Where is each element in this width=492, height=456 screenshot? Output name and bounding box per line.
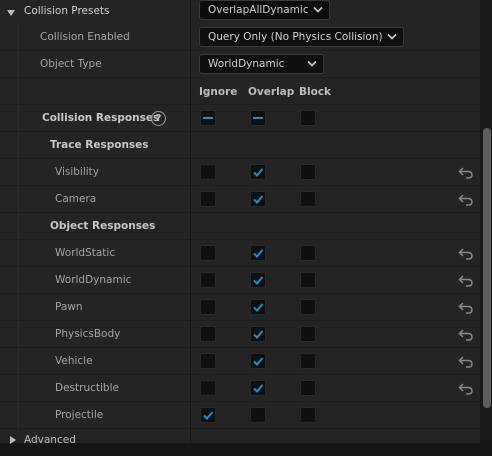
block-checkbox[interactable]: [300, 191, 316, 207]
chevron-down-icon: [313, 6, 323, 13]
advanced-row[interactable]: Advanced: [0, 429, 480, 456]
response-label: WorldStatic: [55, 247, 116, 259]
object-type-label: Object Type: [40, 58, 102, 70]
advanced-label: Advanced: [24, 434, 76, 446]
response-label: Vehicle: [55, 355, 93, 367]
expand-arrow-icon: [10, 436, 16, 444]
object-type-dropdown[interactable]: WorldDynamic: [199, 54, 324, 74]
collision-enabled-dropdown[interactable]: Query Only (No Physics Collision): [199, 27, 404, 47]
block-checkbox[interactable]: [300, 380, 316, 396]
response-columns-row: [0, 78, 480, 105]
checkmark-icon: [253, 249, 264, 258]
block-checkbox[interactable]: [300, 407, 316, 423]
scrollbar-thumb[interactable]: [483, 128, 491, 408]
ignore-column-header: Ignore: [199, 86, 238, 98]
checkmark-icon: [253, 384, 264, 393]
overlap-checkbox[interactable]: [250, 353, 266, 369]
ignore-checkbox[interactable]: [200, 380, 216, 396]
overlap-all-checkbox[interactable]: [250, 110, 266, 126]
block-checkbox[interactable]: [300, 272, 316, 288]
response-row-destructible: Destructible: [0, 375, 480, 402]
reset-to-default-icon[interactable]: [458, 167, 474, 179]
overlap-checkbox[interactable]: [250, 164, 266, 180]
collision-presets-value: OverlapAllDynamic: [208, 4, 309, 16]
reset-to-default-icon[interactable]: [458, 329, 474, 341]
response-row-worlddynamic: WorldDynamic: [0, 267, 480, 294]
collision-enabled-label: Collision Enabled: [40, 31, 130, 43]
checkmark-icon: [253, 276, 264, 285]
response-label: Pawn: [55, 301, 83, 313]
ignore-all-checkbox[interactable]: [200, 110, 216, 126]
response-label: WorldDynamic: [55, 274, 132, 286]
reset-to-default-icon[interactable]: [458, 248, 474, 260]
collision-responses-row: Collision Responses ?: [0, 105, 480, 132]
response-label: PhysicsBody: [55, 328, 121, 340]
mixed-state-icon: [253, 117, 263, 119]
block-checkbox[interactable]: [300, 164, 316, 180]
response-row-worldstatic: WorldStatic: [0, 240, 480, 267]
response-row-visibility: Visibility: [0, 159, 480, 186]
overlap-checkbox[interactable]: [250, 299, 266, 315]
object-responses-header-row: Object Responses: [0, 213, 480, 240]
overlap-checkbox[interactable]: [250, 407, 266, 423]
overlap-checkbox[interactable]: [250, 272, 266, 288]
expand-arrow-icon[interactable]: [6, 8, 16, 18]
ignore-checkbox[interactable]: [200, 299, 216, 315]
object-responses-label: Object Responses: [50, 220, 156, 232]
response-label: Camera: [55, 193, 97, 205]
block-checkbox[interactable]: [300, 326, 316, 342]
overlap-checkbox[interactable]: [250, 191, 266, 207]
object-type-row: Object Type WorldDynamic: [0, 51, 480, 78]
trace-responses-label: Trace Responses: [50, 139, 149, 151]
checkmark-icon: [203, 411, 214, 420]
collision-enabled-row: Collision Enabled Query Only (No Physics…: [0, 24, 480, 51]
checkmark-icon: [253, 357, 264, 366]
collision-enabled-value: Query Only (No Physics Collision): [208, 31, 383, 43]
response-row-pawn: Pawn: [0, 294, 480, 321]
response-row-camera: Camera: [0, 186, 480, 213]
block-checkbox[interactable]: [300, 353, 316, 369]
ignore-checkbox[interactable]: [200, 326, 216, 342]
chevron-down-icon: [307, 60, 317, 67]
collision-details-panel: Collision Presets OverlapAllDynamic Coll…: [0, 0, 492, 446]
collision-presets-row: Collision Presets OverlapAllDynamic: [0, 0, 480, 27]
checkmark-icon: [253, 168, 264, 177]
collision-presets-label: Collision Presets: [24, 5, 110, 17]
overlap-checkbox[interactable]: [250, 245, 266, 261]
response-label: Projectile: [55, 409, 104, 421]
reset-to-default-icon[interactable]: [458, 356, 474, 368]
overlap-checkbox[interactable]: [250, 326, 266, 342]
collision-presets-dropdown[interactable]: OverlapAllDynamic: [199, 0, 330, 20]
block-checkbox[interactable]: [300, 245, 316, 261]
chevron-down-icon: [387, 33, 397, 40]
ignore-checkbox[interactable]: [200, 353, 216, 369]
block-column-header: Block: [299, 86, 332, 98]
checkmark-icon: [253, 195, 264, 204]
reset-to-default-icon[interactable]: [458, 194, 474, 206]
response-row-vehicle: Vehicle: [0, 348, 480, 375]
ignore-checkbox[interactable]: [200, 407, 216, 423]
ignore-checkbox[interactable]: [200, 164, 216, 180]
ignore-checkbox[interactable]: [200, 191, 216, 207]
checkmark-icon: [253, 330, 264, 339]
overlap-column-header: Overlap: [248, 86, 295, 98]
block-all-checkbox[interactable]: [300, 110, 316, 126]
mixed-state-icon: [203, 117, 213, 119]
reset-to-default-icon[interactable]: [458, 383, 474, 395]
overlap-checkbox[interactable]: [250, 380, 266, 396]
response-row-projectile: Projectile: [0, 402, 480, 429]
object-type-value: WorldDynamic: [208, 58, 285, 70]
ignore-checkbox[interactable]: [200, 272, 216, 288]
response-label: Visibility: [55, 166, 100, 178]
block-checkbox[interactable]: [300, 299, 316, 315]
ignore-checkbox[interactable]: [200, 245, 216, 261]
response-row-physicsbody: PhysicsBody: [0, 321, 480, 348]
reset-to-default-icon[interactable]: [458, 302, 474, 314]
checkmark-icon: [253, 303, 264, 312]
response-label: Destructible: [55, 382, 119, 394]
collision-responses-label: Collision Responses: [42, 112, 160, 124]
trace-responses-header-row: Trace Responses: [0, 132, 480, 159]
help-icon[interactable]: ?: [151, 111, 166, 126]
reset-to-default-icon[interactable]: [458, 275, 474, 287]
